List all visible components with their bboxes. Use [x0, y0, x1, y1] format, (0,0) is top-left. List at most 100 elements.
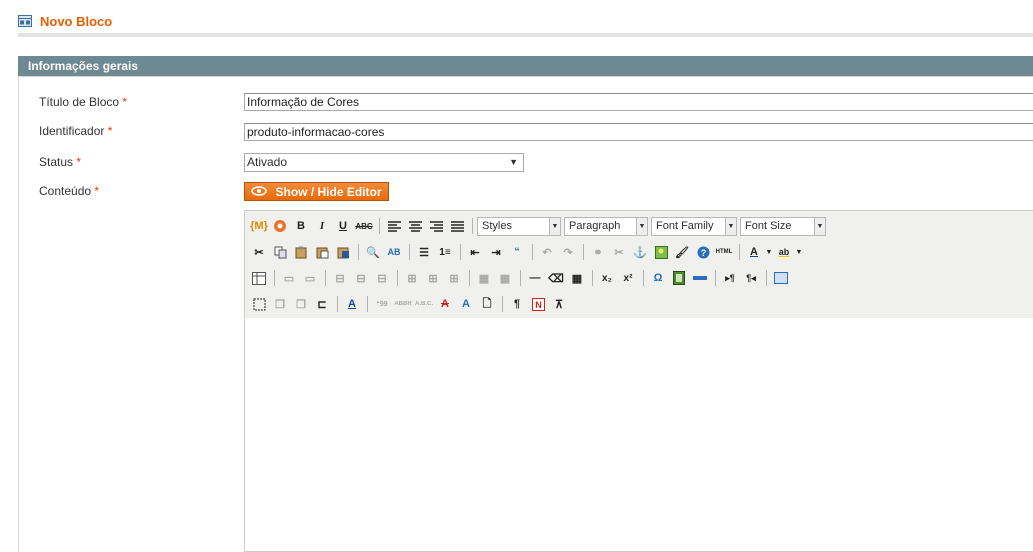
remove-format-icon[interactable]: ⌫ [546, 268, 566, 288]
numbered-list-icon[interactable]: 1≡ [435, 242, 455, 262]
citation-icon[interactable]: “99 [372, 294, 392, 314]
split-cells-icon[interactable]: ▦ [474, 268, 494, 288]
toolbar-separator [583, 244, 584, 260]
status-label: Status * [39, 155, 82, 169]
eye-icon [251, 185, 268, 199]
help-icon[interactable]: ? [693, 242, 713, 262]
nonbreaking-icon[interactable]: N [528, 294, 548, 314]
paste-word-icon[interactable] [333, 242, 353, 262]
find-icon[interactable]: 🔍 [363, 242, 383, 262]
underline-icon[interactable]: U [333, 216, 353, 236]
font-size-dropdown[interactable]: Font Size ▼ [740, 216, 826, 236]
identifier-input[interactable] [244, 123, 1033, 141]
chevron-down-icon: ▼ [509, 157, 518, 167]
table-row-props-icon[interactable]: ▭ [279, 268, 299, 288]
insert-col-before-icon[interactable]: ⊞ [402, 268, 422, 288]
insertion-icon[interactable]: A [456, 294, 476, 314]
insert-table-icon[interactable] [249, 268, 269, 288]
toolbar-separator [460, 244, 461, 260]
wysiwyg-editor: {M} B I U ABC Styles ▼ Paragraph ▼ Font Fa… [244, 210, 1033, 552]
insert-variable-icon[interactable]: {M} [249, 216, 269, 236]
superscript-icon[interactable]: x² [618, 268, 638, 288]
insert-widget-icon[interactable] [270, 216, 290, 236]
page-title-text: Novo Bloco [40, 13, 113, 29]
absolute-position-icon[interactable]: ⊏ [312, 294, 332, 314]
redo-icon[interactable]: ↷ [558, 242, 578, 262]
toolbar-separator [337, 296, 338, 312]
subscript-icon[interactable]: x₂ [597, 268, 617, 288]
move-backward-icon[interactable]: ❐ [291, 294, 311, 314]
text-color-icon[interactable]: A [744, 242, 764, 262]
styles-dropdown[interactable]: Styles ▼ [477, 216, 561, 236]
font-family-dropdown[interactable]: Font Family ▼ [651, 216, 737, 236]
page-break-icon[interactable] [690, 268, 710, 288]
cut-icon[interactable]: ✂ [249, 242, 269, 262]
show-hide-editor-button[interactable]: Show / Hide Editor [244, 182, 389, 201]
delete-col-icon[interactable]: ⊞ [444, 268, 464, 288]
horizontal-rule-icon[interactable]: — [525, 268, 545, 288]
align-right-icon[interactable] [426, 216, 446, 236]
status-select[interactable]: Ativado ▼ [244, 153, 524, 172]
unlink-icon[interactable]: ✂ [609, 242, 629, 262]
insert-col-after-icon[interactable]: ⊞ [423, 268, 443, 288]
editor-content-area[interactable] [245, 318, 1033, 551]
undo-icon[interactable]: ↶ [537, 242, 557, 262]
insert-media-icon[interactable] [669, 268, 689, 288]
blockquote-icon[interactable]: “ [507, 242, 527, 262]
merge-cells-icon[interactable]: ▦ [495, 268, 515, 288]
align-center-icon[interactable] [405, 216, 425, 236]
toolbar-row-2: ✂ 🔍 AB ☰ 1≡ ⇤ ⇥ “ ↶ ↷ ⚭ ✂ ⚓ 🖌 ? HTML A ▼… [249, 241, 804, 263]
highlight-color-icon[interactable]: ab [774, 242, 794, 262]
deletion-icon[interactable]: A [435, 294, 455, 314]
acronym-icon[interactable]: A.B.C. [414, 294, 434, 314]
cleanup-icon[interactable]: 🖌 [672, 242, 692, 262]
align-justify-icon[interactable] [447, 216, 467, 236]
visual-aid-icon[interactable]: ▦ [567, 268, 587, 288]
copy-icon[interactable] [270, 242, 290, 262]
show-blocks-icon[interactable]: ¶ [507, 294, 527, 314]
chevron-down-icon[interactable]: ▼ [765, 242, 773, 262]
anchor-icon[interactable]: ⚓ [630, 242, 650, 262]
insert-row-before-icon[interactable]: ⊟ [330, 268, 350, 288]
delete-row-icon[interactable]: ⊟ [372, 268, 392, 288]
styleprops-icon[interactable]: A [342, 294, 362, 314]
page-break-insert-icon[interactable]: ⊼ [549, 294, 569, 314]
fullscreen-icon[interactable] [771, 268, 791, 288]
indent-icon[interactable]: ⇥ [486, 242, 506, 262]
toolbar-separator [469, 270, 470, 286]
toolbar-separator [739, 244, 740, 260]
title-divider [18, 33, 1033, 37]
insert-layer-icon[interactable] [249, 294, 269, 314]
strikethrough-icon[interactable]: ABC [354, 216, 374, 236]
html-source-icon[interactable]: HTML [714, 242, 734, 262]
show-hide-editor-label: Show / Hide Editor [275, 184, 382, 199]
toolbar-separator [379, 218, 380, 234]
outdent-icon[interactable]: ⇤ [465, 242, 485, 262]
attributes-icon[interactable]: 🗋 [477, 294, 497, 314]
paste-text-icon[interactable] [312, 242, 332, 262]
replace-icon[interactable]: AB [384, 242, 404, 262]
toolbar-row-3: ▭ ▭ ⊟ ⊟ ⊟ ⊞ ⊞ ⊞ ▦ ▦ — ⌫ ▦ x₂ x² Ω ▸¶ ¶◂ [249, 267, 792, 289]
page-title: Novo Bloco [18, 12, 112, 30]
rtl-icon[interactable]: ¶◂ [741, 268, 761, 288]
align-left-icon[interactable] [384, 216, 404, 236]
toolbar-separator [592, 270, 593, 286]
bullet-list-icon[interactable]: ☰ [414, 242, 434, 262]
toolbar-separator [409, 244, 410, 260]
format-dropdown[interactable]: Paragraph ▼ [564, 216, 648, 236]
toolbar-separator [358, 244, 359, 260]
insert-image-icon[interactable] [651, 242, 671, 262]
ltr-icon[interactable]: ▸¶ [720, 268, 740, 288]
move-forward-icon[interactable]: ❐ [270, 294, 290, 314]
italic-icon[interactable]: I [312, 216, 332, 236]
link-icon[interactable]: ⚭ [588, 242, 608, 262]
title-label: Título de Bloco * [39, 95, 128, 109]
table-cell-props-icon[interactable]: ▭ [300, 268, 320, 288]
chevron-down-icon[interactable]: ▼ [795, 242, 803, 262]
bold-icon[interactable]: B [291, 216, 311, 236]
abbreviation-icon[interactable]: ABBR [393, 294, 413, 314]
paste-icon[interactable] [291, 242, 311, 262]
special-char-icon[interactable]: Ω [648, 268, 668, 288]
insert-row-after-icon[interactable]: ⊟ [351, 268, 371, 288]
title-input[interactable] [244, 93, 1033, 111]
